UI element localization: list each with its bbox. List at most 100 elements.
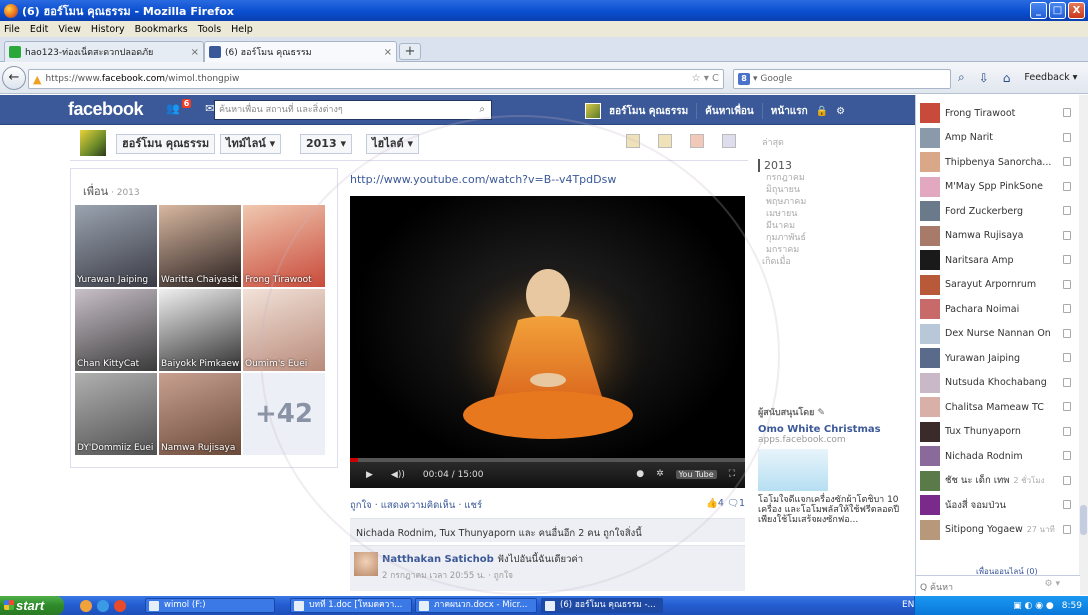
timeline-born[interactable]: เกิดเมื่อ (758, 256, 848, 268)
menu-help[interactable]: Help (231, 24, 253, 35)
home-link[interactable]: หน้าแรก (771, 104, 808, 119)
ad-image[interactable] (758, 449, 828, 491)
timeline-dropdown[interactable]: ไทม์ไลน์ ▾ (220, 134, 282, 154)
highlights-dropdown[interactable]: ไฮไลต์ ▾ (366, 134, 420, 154)
chat-scroll-thumb[interactable] (1080, 505, 1087, 535)
chat-contact[interactable]: M'May Spp PinkSone (916, 175, 1079, 199)
commenter-name[interactable]: Natthakan Satichob (382, 554, 494, 565)
ad-name[interactable]: Omo White Christmas (758, 425, 908, 435)
chat-contact[interactable]: Naritsara Amp (916, 248, 1079, 272)
fb-search-icon[interactable]: ⌕ (479, 101, 485, 119)
chat-contact[interactable]: Tux Thunyaporn (916, 420, 1079, 444)
like-comment-counts[interactable]: 👍4 🗨1 (706, 498, 745, 509)
friend-requests-icon[interactable]: 👥 (166, 102, 180, 115)
facebook-logo[interactable]: facebook (68, 99, 144, 120)
chat-contact[interactable]: Amp Narit (916, 126, 1079, 150)
tab-close-icon[interactable]: × (191, 47, 199, 58)
chat-contact[interactable]: Frong Tirawoot (916, 101, 1079, 125)
tab-facebook[interactable]: (6) ฮอร์โมน คุณธรรม × (204, 41, 397, 62)
friend-thumbnail[interactable]: Waritta Chaiyasit (159, 205, 241, 287)
timeline-month[interactable]: มีนาคม (758, 220, 848, 232)
chat-contact[interactable]: Nichada Rodnim (916, 444, 1079, 468)
video-settings-icon[interactable]: ✲ (656, 469, 664, 479)
opera-quicklaunch-icon[interactable] (114, 599, 126, 612)
user-name-link[interactable]: ฮอร์โมน คุณธรรม (609, 104, 688, 119)
chat-contact[interactable]: น้องสี่ จอมป่วน (916, 493, 1079, 517)
friend-thumbnail[interactable]: Namwa Rujisaya (159, 373, 241, 455)
timeline-recent[interactable]: ล่าสุด (758, 137, 848, 149)
language-indicator[interactable]: EN (902, 600, 914, 610)
find-friends-link[interactable]: ค้นหาเพื่อน (705, 104, 754, 119)
chat-contact[interactable]: Sitipong Yogaew 27 นาที (916, 518, 1079, 542)
menu-edit[interactable]: Edit (30, 24, 48, 35)
youtube-logo[interactable]: You Tube (675, 469, 717, 479)
chat-contact[interactable]: Chalitsa Mameaw TC (916, 395, 1079, 419)
volume-icon[interactable]: ◀)) (391, 470, 405, 480)
chat-search-input[interactable]: Q ค้นหา ⚙ ▾ (916, 575, 1080, 595)
menu-view[interactable]: View (58, 24, 81, 35)
timeline-month[interactable]: เมษายน (758, 208, 848, 220)
tab-close-icon[interactable]: × (384, 47, 392, 58)
ad-text[interactable]: โอโมใจดีแจกเครื่องซักผ้าโตชิบา 10 เครื่อ… (758, 495, 908, 525)
commenter-avatar[interactable] (354, 552, 378, 576)
start-button[interactable]: start (0, 596, 64, 615)
friend-thumbnail[interactable]: DY'Dommiiz Euei (75, 373, 157, 455)
home-icon[interactable]: ⌂ (1003, 71, 1011, 85)
download-icon[interactable]: ⇩ (979, 71, 989, 85)
year-dropdown[interactable]: 2013 ▾ (300, 134, 352, 154)
profile-avatar[interactable] (80, 130, 106, 156)
post-link[interactable]: http://www.youtube.com/watch?v=B--v4TpdD… (350, 173, 616, 186)
chat-contact[interactable]: ชัช นะ เด็ก เทพ 2 ชั่วโมง (916, 469, 1079, 493)
menu-tools[interactable]: Tools (198, 24, 221, 35)
chat-options-icon[interactable]: ⚙ ▾ (1045, 579, 1060, 589)
search-icon[interactable]: ⌕ (958, 70, 965, 85)
friend-thumbnail[interactable]: Baiyokk Pimkaew (159, 289, 241, 371)
search-bar[interactable]: 8 ▾ Google (733, 69, 951, 89)
note-icon[interactable] (626, 134, 640, 148)
annotations-icon[interactable]: ● (636, 469, 644, 479)
close-button[interactable]: X (1068, 2, 1085, 19)
timeline-month[interactable]: มกราคม (758, 244, 848, 256)
taskbar-wimol-drive[interactable]: wimol (F:) (145, 598, 275, 613)
tab-hao123[interactable]: hao123-ท่องเน็ตสะดวกปลอดภัย × (4, 41, 204, 62)
timeline-month[interactable]: พฤษภาคม (758, 196, 848, 208)
settings-gear-icon[interactable]: ⚙ (836, 106, 845, 117)
fb-search-input[interactable]: ค้นหาเพื่อน สถานที่ และสิ่งต่างๆ ⌕ (214, 100, 492, 120)
url-bar[interactable]: ▲ https://www.facebook.com/wimol.thongpi… (28, 69, 724, 89)
timeline-year[interactable]: 2013 (758, 159, 848, 172)
back-button[interactable]: ← (2, 66, 26, 90)
menu-file[interactable]: File (4, 24, 20, 35)
photo-icon[interactable] (658, 134, 672, 148)
menu-bookmarks[interactable]: Bookmarks (135, 24, 188, 35)
friend-thumbnail[interactable]: Frong Tirawoot (243, 205, 325, 287)
taskbar-doc-appendix[interactable]: ภาคผนวก.docx - Micr... (415, 598, 537, 613)
chat-contact[interactable]: Sarayut Arpornrum (916, 273, 1079, 297)
friend-thumbnail[interactable]: Yurawan Jaiping (75, 205, 157, 287)
bookmark-reload-icons[interactable]: ☆ ▾ C (692, 73, 719, 84)
like-comment-share-links[interactable]: ถูกใจ · แสดงความคิดเห็น · แชร์ (350, 500, 482, 511)
new-tab-button[interactable]: + (399, 43, 421, 60)
taskbar-firefox-facebook[interactable]: (6) ฮอร์โมน คุณธรรม -... (541, 598, 663, 613)
identity-icon[interactable]: ▲ (33, 73, 41, 86)
timeline-month[interactable]: กรกฎาคม (758, 172, 848, 184)
profile-name-button[interactable]: ฮอร์โมน คุณธรรม (116, 134, 216, 154)
privacy-icon[interactable]: 🔒 (816, 106, 828, 117)
chat-scrollbar[interactable] (1079, 95, 1088, 595)
timeline-month[interactable]: กุมภาพันธ์ (758, 232, 848, 244)
friend-thumbnail[interactable]: Chan KittyCat (75, 289, 157, 371)
calendar-icon[interactable] (722, 134, 736, 148)
minimize-button[interactable]: _ (1030, 2, 1047, 19)
chat-contact[interactable]: Thipbenya Sanorcha... (916, 150, 1079, 174)
maximize-button[interactable]: □ (1049, 2, 1066, 19)
chat-contact[interactable]: Dex Nurse Nannan On (916, 322, 1079, 346)
firefox-quicklaunch-icon[interactable] (80, 599, 92, 612)
video-progress-bar[interactable] (350, 458, 745, 462)
menu-history[interactable]: History (91, 24, 125, 35)
chat-contact[interactable]: Ford Zuckerberg (916, 199, 1079, 223)
person-icon[interactable] (690, 134, 704, 148)
fullscreen-icon[interactable]: ⛶ (729, 469, 735, 479)
chat-contact[interactable]: Pachara Noimai (916, 297, 1079, 321)
user-avatar[interactable] (585, 103, 601, 119)
friends-title[interactable]: เพื่อน · 2013 (83, 182, 140, 200)
more-friends-button[interactable]: +42 (243, 373, 325, 455)
